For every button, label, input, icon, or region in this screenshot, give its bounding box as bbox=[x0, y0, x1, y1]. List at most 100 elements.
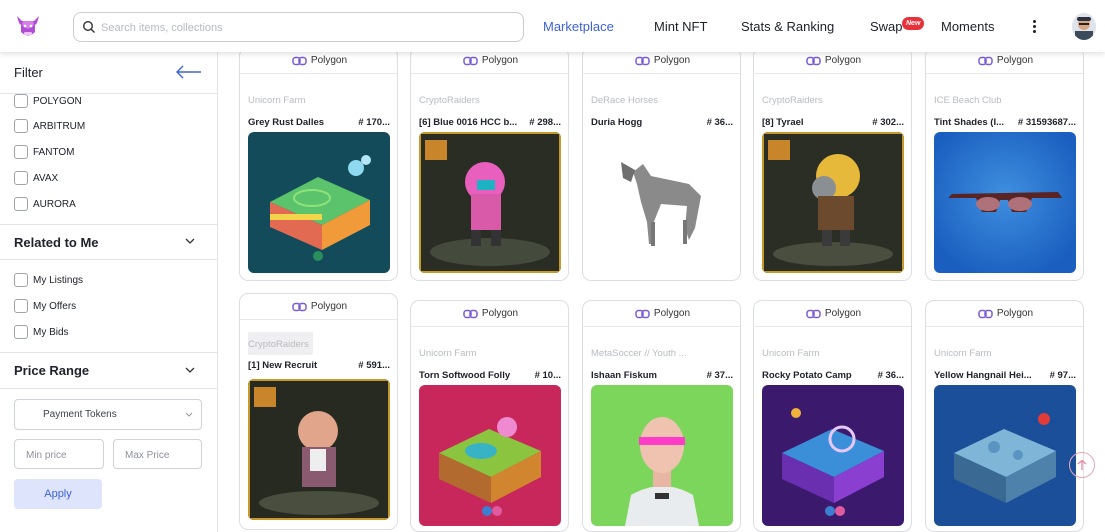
checkbox-box[interactable] bbox=[14, 119, 28, 133]
more-menu-icon[interactable] bbox=[1030, 18, 1038, 36]
nft-title: Tint Shades (I... bbox=[934, 117, 1005, 128]
chevron-down-icon[interactable] bbox=[185, 237, 195, 245]
collection-name[interactable]: CryptoRaiders bbox=[248, 332, 313, 355]
nft-card[interactable]: Polygon ICE Beach Club Tint Shades (I... # … bbox=[925, 47, 1084, 281]
checkbox-my-bids[interactable]: My Bids bbox=[14, 325, 69, 339]
nft-name: Torn Softwood Folly # 10... bbox=[419, 370, 561, 381]
nft-card[interactable]: Polygon Unicorn Farm Rocky Potato Camp # 36… bbox=[753, 300, 912, 532]
polygon-icon bbox=[806, 309, 821, 318]
nft-artwork[interactable] bbox=[934, 385, 1076, 526]
polygon-icon bbox=[292, 302, 307, 311]
chain-label: Polygon bbox=[411, 301, 568, 327]
nft-token-id: # 298... bbox=[525, 117, 561, 128]
nft-title: Torn Softwood Folly bbox=[419, 370, 511, 381]
nft-artwork[interactable] bbox=[248, 132, 390, 273]
chain-name: Polygon bbox=[310, 55, 348, 66]
collection-name[interactable]: ICE Beach Club bbox=[934, 95, 1002, 106]
checkbox-box[interactable] bbox=[14, 325, 28, 339]
collection-name[interactable]: MetaSoccer // Youth ... bbox=[591, 348, 687, 359]
chain-name: Polygon bbox=[996, 55, 1034, 66]
nav-marketplace[interactable]: Marketplace bbox=[543, 19, 614, 34]
checkbox-aurora[interactable]: AURORA bbox=[14, 197, 76, 211]
nft-artwork[interactable] bbox=[934, 132, 1076, 273]
nft-name: Grey Rust Dalles # 170... bbox=[248, 117, 390, 128]
nft-token-id: # 31593687... bbox=[1013, 117, 1076, 128]
checkbox-arbitrum[interactable]: ARBITRUM bbox=[14, 119, 85, 133]
collection-name[interactable]: Unicorn Farm bbox=[248, 95, 306, 106]
payment-tokens-label: Payment Tokens bbox=[43, 409, 117, 420]
nft-card[interactable]: Polygon MetaSoccer // Youth ... Ishaan Fis… bbox=[582, 300, 741, 532]
nft-title: [8] Tyrael bbox=[762, 117, 804, 128]
nft-card[interactable]: Polygon Unicorn Farm Grey Rust Dalles # 170… bbox=[239, 47, 398, 281]
nav-mint-nft[interactable]: Mint NFT bbox=[654, 19, 707, 34]
chain-name: Polygon bbox=[996, 308, 1034, 319]
max-price-input[interactable]: Max Price bbox=[113, 439, 202, 469]
polygon-icon bbox=[978, 309, 993, 318]
collection-name[interactable]: CryptoRaiders bbox=[419, 95, 480, 106]
chain-label: Polygon bbox=[583, 301, 740, 327]
checkbox-avax[interactable]: AVAX bbox=[14, 171, 58, 185]
nft-card[interactable]: Polygon Unicorn Farm Torn Softwood Folly # … bbox=[410, 300, 569, 532]
collection-name[interactable]: Unicorn Farm bbox=[934, 348, 992, 359]
related-to-me-title[interactable]: Related to Me bbox=[14, 235, 99, 250]
polygon-icon bbox=[635, 309, 650, 318]
nft-artwork[interactable] bbox=[762, 132, 904, 273]
nft-card[interactable]: Polygon CryptoRaiders [1] New Recruit # 591… bbox=[239, 293, 398, 530]
nft-artwork[interactable] bbox=[762, 385, 904, 526]
nft-title: Duria Hogg bbox=[591, 117, 643, 128]
collection-name[interactable]: DeRace Horses bbox=[591, 95, 658, 106]
search-icon bbox=[82, 20, 95, 33]
collection-name[interactable]: Unicorn Farm bbox=[419, 348, 477, 359]
nft-token-id: # 37... bbox=[702, 370, 733, 381]
nav-stats-ranking[interactable]: Stats & Ranking bbox=[741, 19, 834, 34]
checkbox-my-listings[interactable]: My Listings bbox=[14, 273, 83, 287]
arrow-up-icon bbox=[1077, 459, 1087, 470]
nft-name: Ishaan Fiskum # 37... bbox=[591, 370, 733, 381]
checkbox-box[interactable] bbox=[14, 197, 28, 211]
scroll-top-button[interactable] bbox=[1069, 452, 1095, 478]
checkbox-box[interactable] bbox=[14, 299, 28, 313]
nft-artwork[interactable] bbox=[591, 132, 733, 273]
bull-logo-icon[interactable] bbox=[14, 12, 42, 40]
checkbox-polygon[interactable]: POLYGON bbox=[14, 94, 82, 108]
min-price-input[interactable]: Min price bbox=[14, 439, 104, 469]
chevron-down-icon bbox=[185, 412, 193, 417]
user-avatar[interactable] bbox=[1072, 13, 1096, 40]
nft-card[interactable]: Polygon CryptoRaiders [8] Tyrael # 302... bbox=[753, 47, 912, 281]
chevron-down-icon[interactable] bbox=[185, 366, 195, 374]
checkbox-my-offers[interactable]: My Offers bbox=[14, 299, 76, 313]
chain-name: Polygon bbox=[824, 308, 862, 319]
checkbox-box[interactable] bbox=[14, 94, 28, 108]
nft-artwork[interactable] bbox=[419, 385, 561, 526]
nft-artwork[interactable] bbox=[419, 132, 561, 273]
chain-name: Polygon bbox=[310, 301, 348, 312]
nft-card[interactable]: Polygon DeRace Horses Duria Hogg # 36... bbox=[582, 47, 741, 281]
nft-title: Rocky Potato Camp bbox=[762, 370, 852, 381]
search-bar[interactable] bbox=[73, 12, 524, 42]
collapse-arrow-icon[interactable] bbox=[175, 65, 203, 79]
apply-button[interactable]: Apply bbox=[14, 479, 102, 509]
collection-name[interactable]: CryptoRaiders bbox=[762, 95, 823, 106]
checkbox-box[interactable] bbox=[14, 145, 28, 159]
nft-card[interactable]: Polygon CryptoRaiders [6] Blue 0016 HCC b.… bbox=[410, 47, 569, 281]
nav-swap[interactable]: Swap bbox=[870, 19, 903, 34]
nft-title: [6] Blue 0016 HCC b... bbox=[419, 117, 518, 128]
checkbox-box[interactable] bbox=[14, 273, 28, 287]
search-input[interactable] bbox=[101, 19, 511, 37]
checkbox-fantom[interactable]: FANTOM bbox=[14, 145, 74, 159]
checkbox-box[interactable] bbox=[14, 171, 28, 185]
nav-moments[interactable]: Moments bbox=[941, 19, 994, 34]
nft-token-id: # 10... bbox=[530, 370, 561, 381]
nft-artwork[interactable] bbox=[248, 379, 390, 520]
divider bbox=[0, 259, 217, 260]
payment-tokens-select[interactable]: Payment Tokens bbox=[14, 399, 202, 430]
nft-card[interactable]: Polygon Unicorn Farm Yellow Hangnail Hei..… bbox=[925, 300, 1084, 532]
nft-artwork[interactable] bbox=[591, 385, 733, 526]
chain-name: Polygon bbox=[653, 55, 691, 66]
checkbox-label: My Bids bbox=[33, 326, 69, 338]
polygon-icon bbox=[463, 309, 478, 318]
collection-name[interactable]: Unicorn Farm bbox=[762, 348, 820, 359]
nft-token-id: # 170... bbox=[354, 117, 390, 128]
price-range-title[interactable]: Price Range bbox=[14, 363, 89, 378]
nft-name: Tint Shades (I... # 31593687... bbox=[934, 117, 1076, 128]
